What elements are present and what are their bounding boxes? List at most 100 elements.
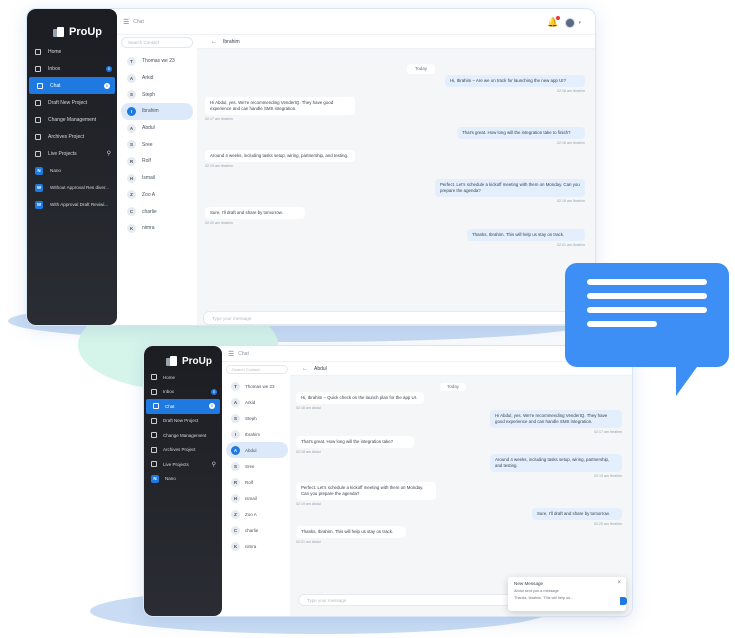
contact-item[interactable]: S Steph [121,86,193,103]
contact-search-input[interactable]: Search Contact [226,365,288,374]
chevron-down-icon[interactable]: ▾ [578,20,581,26]
contact-name: Rolf [142,158,151,165]
topbar-title: Chat [238,350,249,357]
toast-title: New Message [514,581,544,586]
nav-inbox[interactable]: Inbox 0 [27,60,117,77]
message-timestamp: 02:16 am Ibrahim [557,89,585,93]
archive-icon [35,133,41,140]
message-timestamp: 02:20 am Ibrahim [594,522,622,526]
contact-avatar: C [231,525,240,535]
sidebar: ProUp Home Inbox 0 Chat 0 Draft New Proj… [27,9,117,325]
message-bubble: That's great. How long will the integrat… [296,436,414,448]
nav-live-projects[interactable]: Live Projects ⚲ [144,457,222,472]
nav-home[interactable]: Home [27,43,117,60]
nav-home[interactable]: Home [144,370,222,385]
nav-label: Archives Project [48,133,85,140]
nav-archives-project[interactable]: Archives Project [144,443,222,458]
message-timestamp: 02:18 am Ibrahim [557,141,585,145]
message-timestamp: 02:16 am Abdul [296,406,321,410]
inbox-icon [151,388,157,395]
sidebar: ProUp Home Inbox 0 Chat 0 Draft New Proj… [144,346,222,616]
message-input[interactable]: Type your message [203,311,587,325]
contact-item[interactable]: Ccharlie [226,522,288,538]
nav-change-management[interactable]: Change Management [144,428,222,443]
day-divider: Today [407,64,435,74]
logo-icon [166,355,177,367]
menu-icon[interactable]: ☰ [228,350,234,358]
nav-change-management[interactable]: Change Management [27,111,117,128]
message-timestamp: 02:19 am Ibrahim [557,199,585,203]
contact-item[interactable]: S Sree [226,458,288,474]
bell-icon[interactable]: 🔔 [547,16,561,28]
message-bubble: Hi Abdul, yes. We're recommending Vender… [205,97,355,115]
contact-item[interactable]: S Steph [226,410,288,426]
message-timestamp: 02:18 am Abdul [296,450,321,454]
home-icon [151,374,157,381]
message-timestamp: 02:20 am Ibrahim [205,221,233,225]
back-arrow-icon[interactable]: ← [211,39,217,45]
project-item[interactable]: W Without Approval Res diver... [27,179,117,196]
brand-logo[interactable]: ProUp [144,346,222,370]
nav-inbox[interactable]: Inbox 0 [144,385,222,400]
message-bubble: Around 4 weeks, including tasks setup, w… [490,454,622,472]
chat-header: ← Ibrahim [197,35,595,49]
contact-item[interactable]: Z Zoo A [226,506,288,522]
project-initial: N [151,474,159,483]
brand-logo[interactable]: ProUp [27,9,117,43]
contact-avatar: Z [231,509,240,519]
project-item[interactable]: W With Approval Draft Reviwi... [27,196,117,213]
message-bubble: Thanks, Ibrahim. This will help us stay … [296,526,406,538]
contact-item[interactable]: A Abdul [226,442,288,458]
nav-draft-new-project[interactable]: Draft New Project [27,94,117,111]
contact-item[interactable]: A Arkid [226,394,288,410]
search-icon[interactable]: ⚲ [107,150,111,157]
menu-icon[interactable]: ☰ [123,18,129,26]
avatar[interactable] [565,17,576,28]
close-icon[interactable]: × [617,580,621,586]
contact-item[interactable]: Knimra [226,538,288,554]
new-message-toast[interactable]: New Message Abdul sent you a message Tha… [508,577,626,611]
message-bubble: That's great. How long will the integrat… [457,127,585,139]
nav-chat[interactable]: Chat 0 [29,77,115,94]
nav-label: Live Projects [163,461,189,467]
message-bubble: Sure, I'll draft and share by tomorrow. [532,508,622,520]
contact-item[interactable]: R Rolf [121,153,193,170]
contact-item[interactable]: H Ismail [226,490,288,506]
contact-avatar: S [231,461,240,471]
project-item[interactable]: N Nano [144,472,222,486]
contact-item[interactable]: I Ibrahim [226,426,288,442]
contact-item[interactable]: Z Zoo A [121,187,193,204]
contact-item[interactable]: I Ibrahim [121,103,193,120]
contact-item[interactable]: S Sree [121,136,193,153]
contact-avatar: I [231,429,240,439]
contact-name: Zoo A [245,511,257,517]
topbar: ☰ Chat 🔔 ▾ [117,9,595,35]
project-item[interactable]: N Nano [27,162,117,179]
nav-live-projects[interactable]: Live Projects ⚲ [27,145,117,162]
contact-item[interactable]: A Arkid [121,70,193,87]
contact-item[interactable]: R Rolf [226,474,288,490]
project-initial: W [35,183,43,192]
contact-item[interactable]: T Thomas we 23 [226,378,288,394]
chat-contact-name: Abdul [314,365,327,372]
message-timestamp: 02:21 am Abdul [296,540,321,544]
contact-avatar: T [127,56,136,66]
nav-archives-project[interactable]: Archives Project [27,128,117,145]
contact-avatar: A [127,123,136,133]
contact-item[interactable]: H Ismail [121,170,193,187]
nav-draft-new-project[interactable]: Draft New Project [144,414,222,429]
contact-item[interactable]: Ccharlie [121,203,193,220]
contact-item[interactable]: Knimra [121,220,193,237]
nav-label: Chat [50,82,61,89]
contact-name: Thomas we 23 [245,383,275,389]
send-button[interactable] [620,597,627,605]
contact-item[interactable]: A Abdul [121,120,193,137]
contact-avatar: R [231,477,240,487]
search-icon[interactable]: ⚲ [212,461,216,468]
contact-item[interactable]: T Thomas we 23 [121,53,193,70]
contact-avatar: I [127,106,136,116]
contact-search-input[interactable]: Search Contact [121,37,193,48]
back-arrow-icon[interactable]: ← [302,366,308,372]
chat-message-sent: Perfect. Let's schedule a kickoff meetin… [435,179,585,203]
nav-chat[interactable]: Chat 0 [146,399,220,414]
